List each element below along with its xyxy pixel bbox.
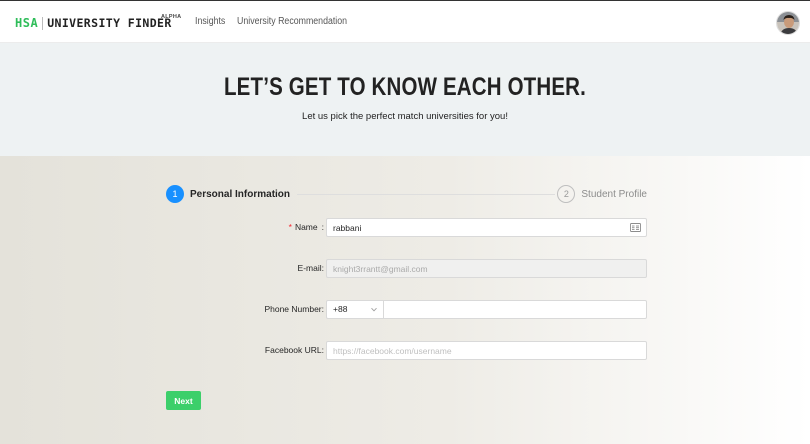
form-section: 1 Personal Information 2 Student Profile… [0,156,810,444]
steps-connector [297,194,555,195]
name-label: * Name: [288,222,324,232]
form-row-facebook: Facebook URL: [166,341,647,360]
step-2-title: Student Profile [581,188,647,200]
brand-divider [42,16,44,30]
user-avatar[interactable] [776,11,800,35]
nav-link-insights[interactable]: Insights [195,16,225,27]
avatar-photo-icon [777,12,799,34]
required-mark: * [288,222,292,232]
chevron-down-icon [371,307,377,312]
form-row-email: E-mail: [166,259,647,278]
main-nav: Insights University Recommendation [195,16,363,27]
step-student-profile[interactable]: 2 Student Profile [557,185,647,203]
step-1-title: Personal Information [190,188,291,200]
id-card-icon [630,223,641,232]
alpha-badge: ALPHA [161,14,182,20]
form-row-name: * Name: [166,218,647,237]
step-1-number: 1 [166,185,184,203]
brand-logo[interactable]: HSA UNIVERSITY FINDER ALPHA [15,14,181,31]
brand-name: UNIVERSITY FINDER [47,16,172,30]
country-code-select[interactable]: +88 [326,300,384,319]
facebook-label: Facebook URL: [264,345,324,355]
form-row-phone: Phone Number: +88 [166,300,647,319]
nav-link-university-recommendation[interactable]: University Recommendation [237,16,347,27]
phone-label: Phone Number: [264,304,324,314]
next-button[interactable]: Next [166,391,201,410]
step-2-number: 2 [557,185,576,203]
page-title: LET’S GET TO KNOW EACH OTHER. [223,73,587,101]
facebook-url-input[interactable] [326,341,647,360]
steps-indicator: 1 Personal Information 2 Student Profile [166,185,647,203]
page-subtitle: Let us pick the perfect match universiti… [302,111,508,122]
email-label: E-mail: [297,263,324,273]
email-field [326,259,647,278]
country-code-value: +88 [333,304,348,314]
hero-banner: LET’S GET TO KNOW EACH OTHER. Let us pic… [0,43,810,156]
name-input[interactable] [326,218,647,237]
brand-short: HSA [15,16,39,30]
step-personal-information[interactable]: 1 Personal Information [166,185,290,203]
navbar: HSA UNIVERSITY FINDER ALPHA Insights Uni… [0,1,810,43]
phone-number-input[interactable] [384,300,647,319]
